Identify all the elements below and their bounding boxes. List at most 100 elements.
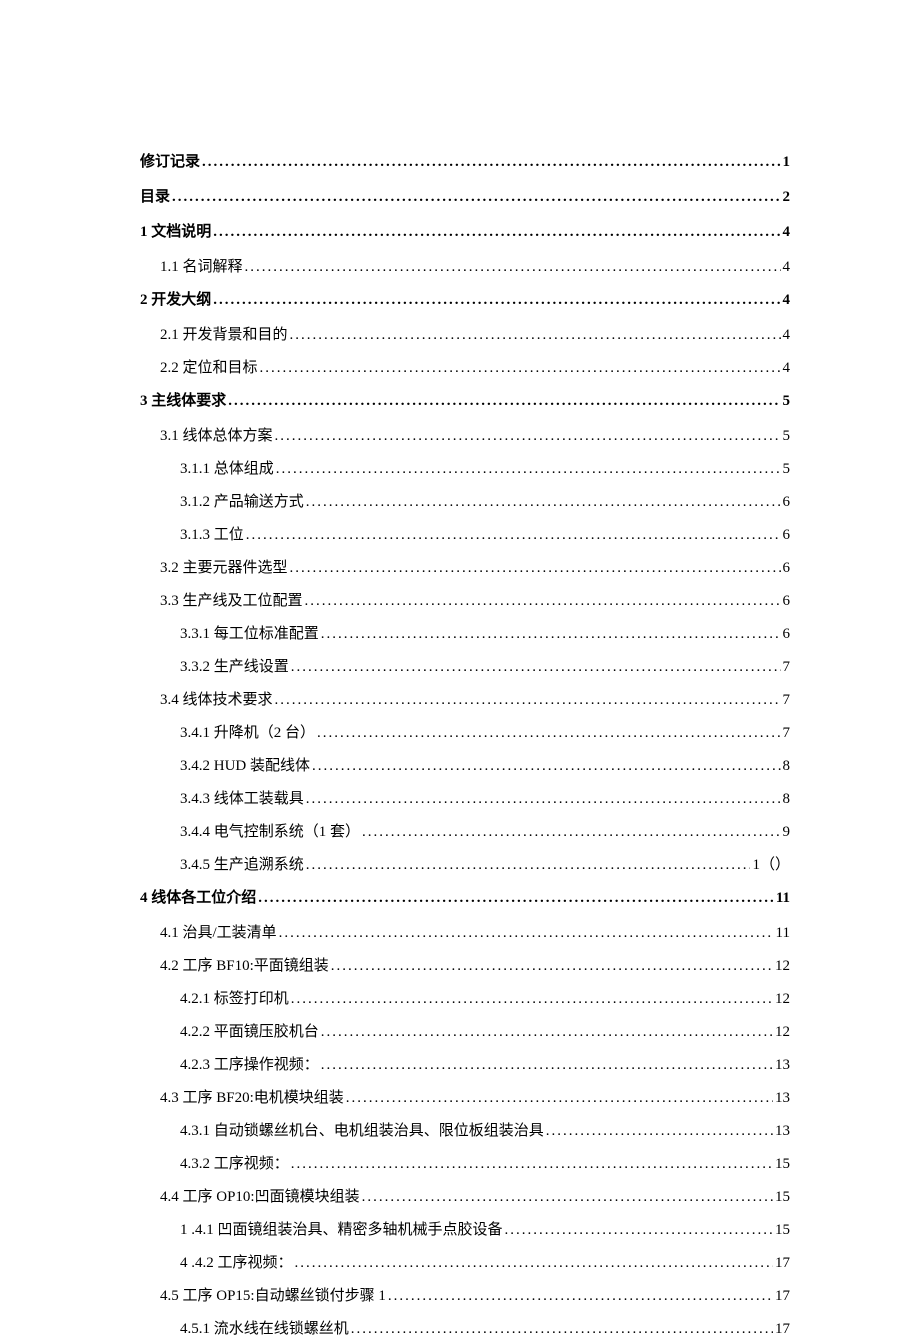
toc-entry: 3 主线体要求5 — [140, 389, 790, 410]
toc-page-number: 1（） — [752, 853, 790, 874]
toc-leader-dots — [279, 925, 774, 942]
toc-label: 4.3.2 工序视频： — [180, 1152, 289, 1173]
toc-page-number: 9 — [783, 824, 791, 841]
toc-leader-dots — [213, 224, 780, 241]
toc-label: 3.3.2 生产线设置 — [180, 655, 289, 676]
toc-page-number: 6 — [783, 494, 791, 511]
toc-label: 4.1 治具/工装清单 — [160, 921, 277, 942]
toc-entry: 3.1.1 总体组成5 — [140, 457, 790, 478]
toc-page-number: 11 — [776, 925, 790, 942]
toc-leader-dots — [546, 1123, 773, 1140]
toc-leader-dots — [290, 327, 781, 344]
toc-label: 4.2.2 平面镜压胶机台 — [180, 1020, 319, 1041]
toc-leader-dots — [260, 360, 781, 377]
toc-label: 2 开发大纲 — [140, 288, 211, 309]
toc-entry: 3.1 线体总体方案 5 — [140, 424, 790, 445]
toc-leader-dots — [362, 1189, 773, 1206]
toc-page-number: 17 — [775, 1255, 790, 1272]
toc-entry: 3.4.2 HUD 装配线体 8 — [140, 754, 790, 775]
toc-label: 4.4 工序 OP10:凹面镜模块组装 — [160, 1185, 360, 1206]
toc-label: 3.2 主要元器件选型 — [160, 556, 288, 577]
toc-page-number: 2 — [783, 189, 791, 206]
toc-page-number: 4 — [783, 360, 791, 377]
toc-label: 3.1.3 工位 — [180, 523, 244, 544]
toc-leader-dots — [202, 154, 780, 171]
toc-page-number: 4 — [783, 327, 791, 344]
toc-page-number: 13 — [775, 1123, 790, 1140]
toc-label: 3.3 生产线及工位配置 — [160, 589, 303, 610]
toc-entry: 3.4.5 生产追溯系统1（） — [140, 853, 790, 874]
toc-entry: 3.4.4 电气控制系统（1 套）9 — [140, 820, 790, 841]
toc-leader-dots — [305, 593, 781, 610]
toc-entry: 3.4 线体技术要求 7 — [140, 688, 790, 709]
toc-entry: 1 .4.1 凹面镜组装治具、精密多轴机械手点胶设备15 — [140, 1218, 790, 1239]
toc-page-number: 6 — [783, 593, 791, 610]
toc-page-number: 4 — [783, 292, 791, 309]
toc-page-number: 4 — [783, 259, 791, 276]
toc-label: 3.4 线体技术要求 — [160, 688, 273, 709]
toc-leader-dots — [321, 626, 781, 643]
toc-entry: 4.1 治具/工装清单 11 — [140, 921, 790, 942]
toc-label: 3.1 线体总体方案 — [160, 424, 273, 445]
toc-entry: 2 开发大纲 4 — [140, 288, 790, 309]
toc-entry: 4.5.1 流水线在线锁螺丝机 17 — [140, 1317, 790, 1338]
toc-label: 3.1.1 总体组成 — [180, 457, 274, 478]
toc-leader-dots — [321, 1024, 773, 1041]
toc-label: 4.3.1 自动锁螺丝机台、电机组装治具、限位板组装治具 — [180, 1119, 544, 1140]
toc-label: 2.2 定位和目标 — [160, 356, 258, 377]
toc-page-number: 7 — [783, 659, 791, 676]
toc-leader-dots — [291, 991, 773, 1008]
toc-page-number: 13 — [775, 1057, 790, 1074]
toc-entry: 4.2.2 平面镜压胶机台 12 — [140, 1020, 790, 1041]
toc-leader-dots — [346, 1090, 773, 1107]
toc-leader-dots — [275, 692, 781, 709]
toc-label: 1 文档说明 — [140, 220, 211, 241]
toc-page-number: 1 — [783, 154, 791, 171]
toc-page-number: 15 — [775, 1189, 790, 1206]
toc-entry: 修订记录1 — [140, 150, 790, 171]
toc-entry: 3.2 主要元器件选型6 — [140, 556, 790, 577]
toc-label: 4.3 工序 BF20:电机模块组装 — [160, 1086, 344, 1107]
toc-leader-dots — [276, 461, 781, 478]
toc-leader-dots — [246, 527, 781, 544]
toc-page-number: 12 — [775, 991, 790, 1008]
toc-page-number: 6 — [783, 626, 791, 643]
table-of-contents: 修订记录1目录21 文档说明41.1 名词解释42 开发大纲42.1 开发背景和… — [140, 150, 790, 1338]
toc-leader-dots — [258, 890, 774, 907]
toc-page-number: 7 — [783, 692, 791, 709]
toc-page-number: 17 — [775, 1321, 790, 1338]
toc-entry: 4.3 工序 BF20:电机模块组装13 — [140, 1086, 790, 1107]
toc-page-number: 12 — [775, 1024, 790, 1041]
toc-page-number: 4 — [783, 224, 791, 241]
toc-page-number: 8 — [783, 758, 791, 775]
toc-entry: 4.4 工序 OP10:凹面镜模块组装 15 — [140, 1185, 790, 1206]
toc-entry: 4.2 工序 BF10:平面镜组装12 — [140, 954, 790, 975]
toc-entry: 3.4.3 线体工装载具8 — [140, 787, 790, 808]
toc-label: 1 .4.1 凹面镜组装治具、精密多轴机械手点胶设备 — [180, 1218, 503, 1239]
toc-label: 4.5 工序 OP15:自动螺丝锁付步骤 1 — [160, 1284, 386, 1305]
toc-entry: 4 .4.2 工序视频：17 — [140, 1251, 790, 1272]
toc-label: 3.4.3 线体工装载具 — [180, 787, 304, 808]
toc-entry: 目录 2 — [140, 185, 790, 206]
toc-leader-dots — [351, 1321, 773, 1338]
toc-label: 目录 — [140, 185, 170, 206]
toc-label: 3.4.1 升降机（2 台） — [180, 721, 315, 742]
toc-label: 4.5.1 流水线在线锁螺丝机 — [180, 1317, 349, 1338]
toc-entry: 3.3.1 每工位标准配置6 — [140, 622, 790, 643]
toc-page-number: 12 — [775, 958, 790, 975]
toc-entry: 4.3.2 工序视频：15 — [140, 1152, 790, 1173]
toc-page-number: 5 — [783, 428, 791, 445]
toc-entry: 3.3 生产线及工位配置 6 — [140, 589, 790, 610]
toc-entry: 3.3.2 生产线设置 7 — [140, 655, 790, 676]
toc-leader-dots — [312, 758, 781, 775]
toc-entry: 3.4.1 升降机（2 台）7 — [140, 721, 790, 742]
toc-leader-dots — [321, 1057, 773, 1074]
toc-page-number: 11 — [776, 890, 790, 907]
toc-entry: 4.3.1 自动锁螺丝机台、电机组装治具、限位板组装治具 13 — [140, 1119, 790, 1140]
toc-label: 3.4.2 HUD 装配线体 — [180, 754, 310, 775]
toc-leader-dots — [306, 494, 781, 511]
toc-entry: 2.2 定位和目标 4 — [140, 356, 790, 377]
toc-page-number: 17 — [775, 1288, 790, 1305]
toc-entry: 4 线体各工位介绍11 — [140, 886, 790, 907]
toc-page-number: 6 — [783, 527, 791, 544]
